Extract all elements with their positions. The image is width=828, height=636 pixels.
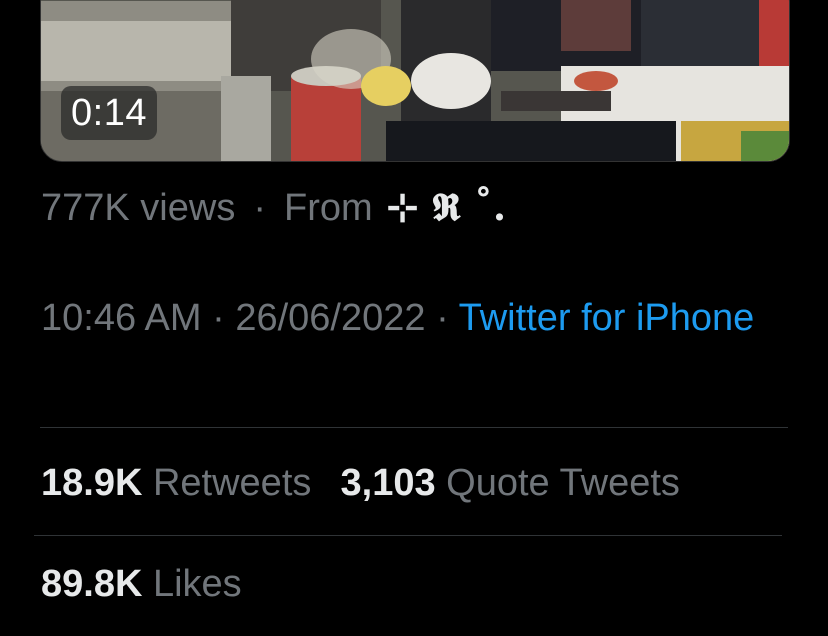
retweets-count: 18.9K xyxy=(41,462,143,504)
likes-stat[interactable]: 89.8K Likes xyxy=(41,563,242,606)
quote-tweets-count: 3,103 xyxy=(340,462,436,504)
tweet-time[interactable]: 10:46 AM xyxy=(41,297,202,339)
retweets-label: Retweets xyxy=(152,462,312,504)
likes-count: 89.8K xyxy=(41,563,143,605)
views-source-line: 777K views · From ⊹ 𝕽 ˚. xyxy=(41,184,506,230)
tweet-detail: 0:14 777K views · From ⊹ 𝕽 ˚. 10:46 AM · 26… xyxy=(0,0,828,636)
quote-tweets-label: Quote Tweets xyxy=(446,462,680,504)
source-account-link[interactable]: ⊹ 𝕽 ˚. xyxy=(387,184,507,229)
divider xyxy=(40,427,788,428)
tweet-date[interactable]: 26/06/2022 xyxy=(235,297,425,339)
divider xyxy=(34,535,782,536)
quote-tweets-stat[interactable]: 3,103 Quote Tweets xyxy=(341,462,680,504)
separator: · xyxy=(253,187,266,229)
separator: · xyxy=(212,297,225,339)
timestamp-line: 10:46 AM · 26/06/2022 · Twitter for iPho… xyxy=(41,290,801,346)
engagement-stats: 18.9K Retweets 3,103 Quote Tweets xyxy=(41,462,680,505)
separator: · xyxy=(436,297,449,339)
tweet-client-link[interactable]: Twitter for iPhone xyxy=(459,297,755,339)
retweets-stat[interactable]: 18.9K Retweets xyxy=(41,462,311,504)
view-count: 777K views xyxy=(41,187,236,229)
video-duration-badge: 0:14 xyxy=(61,86,157,140)
likes-label: Likes xyxy=(152,563,242,605)
from-label: From xyxy=(283,187,373,229)
